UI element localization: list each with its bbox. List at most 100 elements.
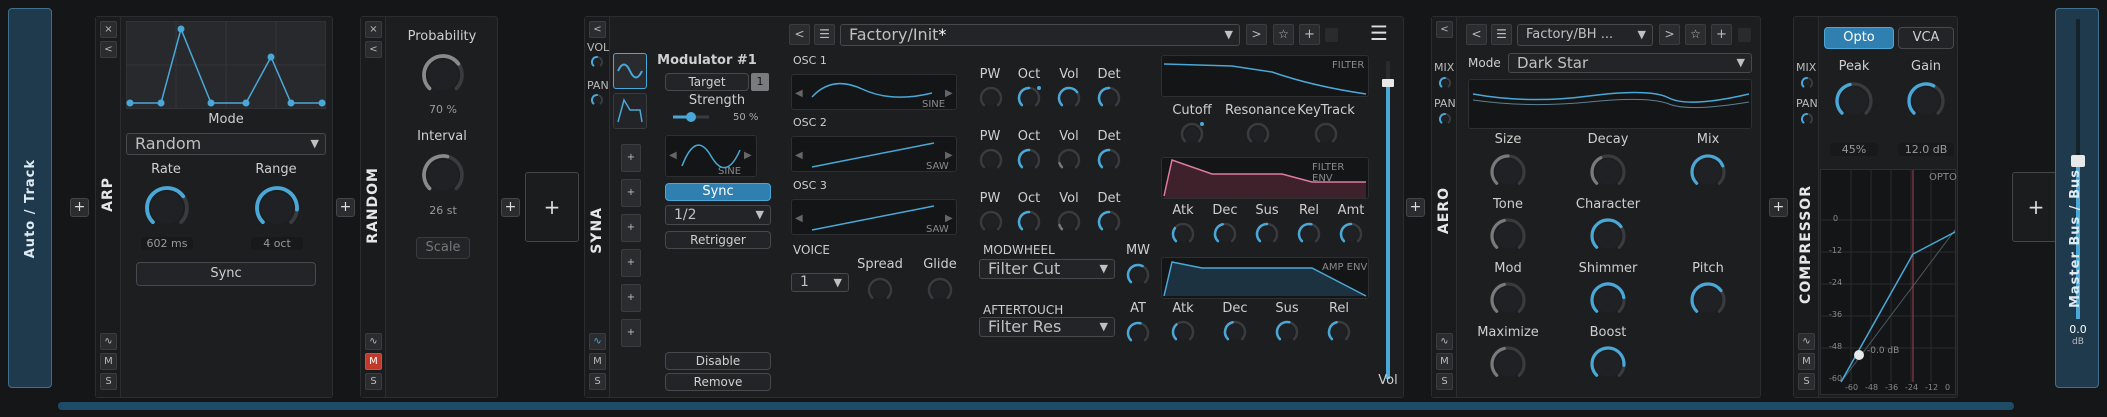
horizontal-scrollbar[interactable] (58, 402, 2014, 410)
scale-button[interactable]: Scale (416, 237, 470, 259)
aenv-sus-knob[interactable] (1274, 319, 1300, 345)
pitch-knob[interactable] (1689, 281, 1727, 319)
resonance-knob[interactable] (1245, 121, 1271, 147)
syna-vol-knob[interactable] (589, 54, 605, 70)
osc2-vol-knob[interactable] (1056, 147, 1082, 173)
filter-env-display[interactable]: FILTER ENV (1161, 157, 1369, 199)
add-device-button-2[interactable]: + (336, 198, 355, 217)
osc2-det-knob[interactable] (1096, 147, 1122, 173)
aenv-dec-knob[interactable] (1222, 319, 1248, 345)
aero-mode-dropdown[interactable]: Dark Star ▼ (1508, 53, 1752, 73)
modulator-remove-button[interactable]: Remove (665, 373, 771, 391)
modulator-wave-display[interactable]: ◀ ▶ SINE (665, 135, 757, 177)
aero-mix-knob[interactable] (1437, 75, 1453, 91)
keytrack-knob[interactable] (1313, 121, 1339, 147)
mute-button[interactable]: M (589, 353, 606, 370)
syna-pan-knob[interactable] (589, 92, 605, 108)
arp-mode-dropdown[interactable]: Random ▼ (126, 133, 326, 155)
add-device-big-button-end[interactable]: + (2012, 172, 2060, 242)
solo-button[interactable]: S (589, 373, 606, 390)
osc2-wave-display[interactable]: ◀ ▶ SAW (791, 136, 957, 172)
shimmer-knob[interactable] (1589, 281, 1627, 319)
arp-sync-button[interactable]: Sync (136, 262, 316, 286)
arp-pattern-display[interactable] (126, 21, 326, 109)
spread-knob[interactable] (866, 276, 894, 304)
comp-mix-knob[interactable] (1799, 75, 1815, 91)
compressor-graph[interactable]: OPTO -0.0 dB 0 -12 -24 -36 -48 -60 -60 -… (1820, 169, 1957, 395)
vca-button[interactable]: VCA (1898, 27, 1954, 49)
peak-knob[interactable] (1834, 81, 1874, 121)
modulator-rate-dropdown[interactable]: 1/2 ▼ (665, 205, 771, 225)
master-bus-panel[interactable]: Master Bus / Bus 0.0 dB (2055, 8, 2099, 388)
preset-add-button[interactable]: + (1299, 24, 1320, 45)
size-knob[interactable] (1489, 153, 1527, 191)
add-modulator-button[interactable]: + (621, 249, 641, 277)
osc2-oct-knob[interactable] (1016, 147, 1042, 173)
fenv-atk-knob[interactable] (1170, 221, 1196, 247)
at-knob[interactable] (1125, 320, 1151, 346)
fenv-amt-knob[interactable] (1338, 221, 1364, 247)
opto-button[interactable]: Opto (1824, 27, 1894, 49)
menu-icon[interactable]: ☰ (1370, 23, 1392, 44)
syna-volume-slider[interactable] (1381, 61, 1395, 379)
glide-knob[interactable] (926, 276, 954, 304)
auto-track-button[interactable]: Auto / Track (8, 8, 52, 388)
close-icon[interactable]: × (100, 21, 117, 38)
mix-knob[interactable] (1689, 153, 1727, 191)
character-knob[interactable] (1589, 217, 1627, 255)
add-modulator-button[interactable]: + (621, 179, 641, 207)
add-device-button-5[interactable]: + (1769, 198, 1788, 217)
solo-button[interactable]: S (1436, 373, 1453, 390)
interval-knob[interactable] (421, 153, 465, 197)
osc3-det-knob[interactable] (1096, 209, 1122, 235)
preset-save-icon[interactable] (1325, 28, 1338, 42)
filter-display[interactable]: FILTER (1161, 55, 1369, 97)
comp-pan-knob[interactable] (1799, 111, 1815, 127)
aero-display[interactable] (1468, 79, 1752, 129)
add-modulator-button[interactable]: + (621, 319, 641, 347)
add-device-button-3[interactable]: + (501, 198, 520, 217)
osc1-pw-knob[interactable] (978, 85, 1004, 111)
osc3-oct-knob[interactable] (1016, 209, 1042, 235)
modulator-target-button[interactable]: Target (665, 73, 749, 91)
add-device-big-button[interactable]: + (525, 172, 579, 242)
mute-button[interactable]: M (365, 353, 382, 370)
fenv-sus-knob[interactable] (1254, 221, 1280, 247)
preset-dropdown[interactable]: Factory/Init* ▼ (840, 24, 1240, 46)
decay-knob[interactable] (1589, 153, 1627, 191)
probability-knob[interactable] (421, 53, 465, 97)
osc1-wave-display[interactable]: ◀ ▶ SINE (791, 74, 957, 110)
solo-button[interactable]: S (1798, 373, 1815, 390)
aftertouch-target-dropdown[interactable]: Filter Res ▼ (979, 317, 1115, 337)
modulate-icon[interactable]: ∿ (100, 333, 117, 350)
collapse-icon[interactable]: < (1436, 21, 1453, 38)
aero-next-button[interactable]: > (1659, 24, 1680, 45)
osc1-oct-knob[interactable] (1016, 85, 1042, 111)
add-modulator-button[interactable]: + (621, 214, 641, 242)
osc1-vol-knob[interactable] (1056, 85, 1082, 111)
collapse-icon[interactable]: < (589, 21, 606, 38)
aenv-rel-knob[interactable] (1326, 319, 1352, 345)
preset-next-button[interactable]: > (1246, 24, 1267, 45)
osc3-vol-knob[interactable] (1056, 209, 1082, 235)
cutoff-knob[interactable] (1179, 121, 1205, 147)
preset-prev-button[interactable]: < (789, 24, 810, 45)
mute-button[interactable]: M (1436, 353, 1453, 370)
preset-favorite-button[interactable]: ☆ (1273, 24, 1294, 45)
amp-env-display[interactable]: AMP ENV (1161, 257, 1369, 299)
aero-prev-button[interactable]: < (1466, 24, 1487, 45)
arp-rate-knob[interactable] (144, 185, 190, 231)
aero-save-icon[interactable] (1738, 28, 1751, 42)
aero-preset-dropdown[interactable]: Factory/BH ... ▼ (1517, 24, 1653, 46)
preset-list-button[interactable]: ☰ (814, 24, 835, 45)
collapse-icon[interactable]: < (100, 41, 117, 58)
modulator-sync-button[interactable]: Sync (665, 183, 771, 201)
collapse-icon[interactable]: < (365, 41, 382, 58)
mw-knob[interactable] (1125, 262, 1151, 288)
osc2-pw-knob[interactable] (978, 147, 1004, 173)
osc3-wave-display[interactable]: ◀ ▶ SAW (791, 199, 957, 235)
tone-knob[interactable] (1489, 217, 1527, 255)
modwheel-target-dropdown[interactable]: Filter Cut ▼ (979, 259, 1115, 279)
aero-add-button[interactable]: + (1711, 24, 1732, 45)
aero-favorite-button[interactable]: ☆ (1685, 24, 1706, 45)
